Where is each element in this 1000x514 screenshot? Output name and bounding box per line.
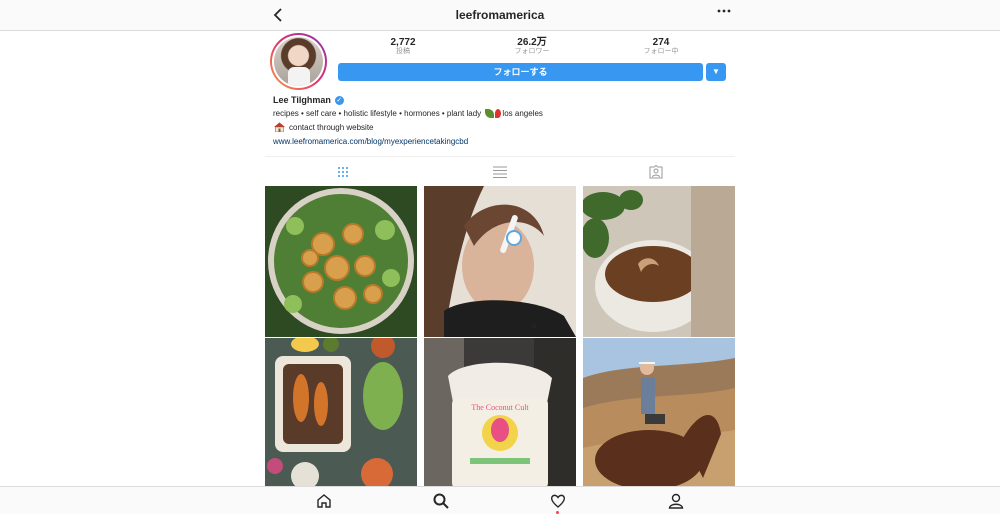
posts-count-label: 投稿 <box>396 48 410 55</box>
svg-text:The Coconut Cult: The Coconut Cult <box>471 403 529 412</box>
heart-icon[interactable] <box>549 492 567 510</box>
house-emoji-icon <box>273 122 286 133</box>
post-thumbnail[interactable] <box>583 338 735 486</box>
posts-grid: The Coconut Cult <box>265 186 735 486</box>
grid-icon[interactable] <box>334 163 352 181</box>
followers-count[interactable]: 26.2万 フォロワー <box>492 37 572 55</box>
more-horizontal-icon[interactable] <box>716 4 732 24</box>
profile-tabs <box>265 156 735 185</box>
follow-button[interactable]: フォローする <box>338 63 703 81</box>
herb-emoji-icon <box>485 109 495 119</box>
followers-count-label: フォロワー <box>514 48 550 55</box>
following-count[interactable]: 274 フォロー中 <box>621 37 701 55</box>
profile-username-title: leefromamerica <box>455 8 545 22</box>
post-thumbnail[interactable] <box>265 186 417 337</box>
top-bar: leefromamerica <box>0 0 1000 31</box>
posts-count-value: 2,772 <box>390 37 416 48</box>
followers-count-value: 26.2万 <box>517 37 547 48</box>
list-icon[interactable] <box>491 163 509 181</box>
following-count-label: フォロー中 <box>643 48 679 55</box>
pin-emoji-icon <box>495 109 502 119</box>
post-thumbnail[interactable] <box>583 186 735 337</box>
posts-count: 2,772 投稿 <box>363 37 443 55</box>
post-thumbnail[interactable] <box>265 338 417 486</box>
profile-icon[interactable] <box>667 492 685 510</box>
post-thumbnail[interactable] <box>424 186 576 337</box>
suggestions-dropdown-button[interactable]: ▼ <box>706 63 726 81</box>
avatar[interactable] <box>270 33 327 90</box>
search-icon[interactable] <box>432 492 450 510</box>
profile-name: Lee Tilghman ✓ <box>273 95 344 105</box>
bio-line-2: contact through website <box>273 122 374 133</box>
website-link[interactable]: www.leefromamerica.com/blog/myexperience… <box>273 137 468 146</box>
tagged-icon[interactable] <box>647 163 665 181</box>
home-icon[interactable] <box>315 492 333 510</box>
post-thumbnail[interactable]: The Coconut Cult <box>424 338 576 486</box>
bio-line-1: recipes • self care • holistic lifestyle… <box>273 108 543 120</box>
bottom-navigation <box>0 486 1000 514</box>
verified-badge-icon: ✓ <box>334 95 344 105</box>
profile-name-text: Lee Tilghman <box>273 95 331 105</box>
following-count-value: 274 <box>652 37 670 48</box>
bio-text: recipes • self care • holistic lifestyle… <box>273 109 482 118</box>
bio-contact-text: contact through website <box>289 122 374 132</box>
bio-location: los angeles <box>502 109 543 118</box>
avatar-image <box>274 37 323 86</box>
profile-stats: 2,772 投稿 26.2万 フォロワー 274 フォロー中 <box>338 37 728 57</box>
